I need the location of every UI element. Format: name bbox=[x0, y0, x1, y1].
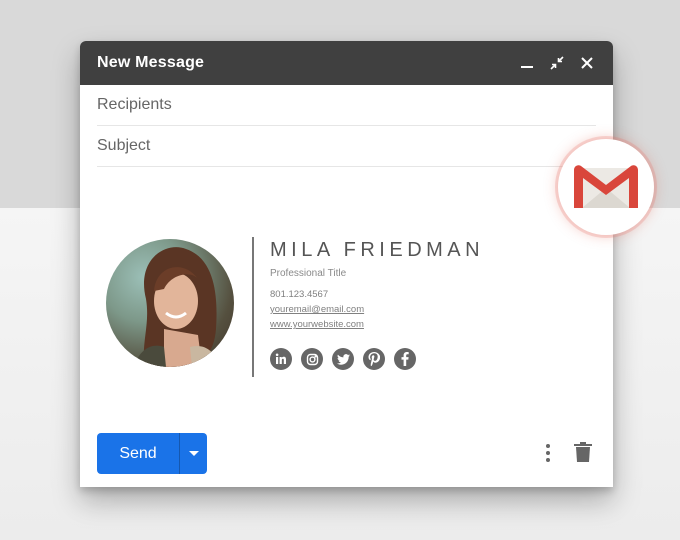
more-options-icon[interactable] bbox=[546, 444, 550, 467]
signature-phone: 801.123.4567 bbox=[270, 289, 329, 300]
signature-name: MILA FRIEDMAN bbox=[270, 239, 485, 261]
gmail-icon bbox=[574, 165, 638, 208]
email-signature: MILA FRIEDMAN Professional Title 801.123… bbox=[106, 237, 484, 377]
recipients-input[interactable] bbox=[97, 96, 596, 114]
pinterest-icon[interactable] bbox=[363, 348, 385, 370]
signature-divider bbox=[252, 237, 254, 377]
subject-input[interactable] bbox=[97, 137, 596, 155]
compose-titlebar: New Message bbox=[80, 41, 613, 85]
signature-website-link[interactable]: www.yourwebsite.com bbox=[270, 319, 484, 330]
caret-down-icon bbox=[188, 450, 199, 456]
avatar-photo bbox=[106, 239, 234, 367]
social-icons bbox=[270, 348, 484, 370]
linkedin-icon[interactable] bbox=[270, 348, 292, 370]
send-options-button[interactable] bbox=[179, 433, 207, 474]
recipients-field[interactable] bbox=[97, 85, 596, 126]
trash-icon[interactable] bbox=[574, 442, 592, 467]
signature-email-link[interactable]: youremail@email.com bbox=[270, 304, 484, 315]
close-icon[interactable] bbox=[578, 54, 596, 72]
facebook-icon[interactable] bbox=[394, 348, 416, 370]
send-button-group: Send bbox=[97, 433, 207, 474]
signature-title: Professional Title bbox=[270, 268, 347, 279]
minimize-icon[interactable] bbox=[518, 54, 536, 72]
send-button[interactable]: Send bbox=[97, 433, 179, 474]
exit-fullscreen-icon[interactable] bbox=[548, 54, 566, 72]
twitter-icon[interactable] bbox=[332, 348, 354, 370]
gmail-logo bbox=[558, 139, 654, 235]
compose-title: New Message bbox=[97, 54, 205, 71]
compose-window: New Message Recipients Subject MILA FRIE… bbox=[80, 41, 613, 487]
subject-field[interactable] bbox=[97, 126, 596, 167]
instagram-icon[interactable] bbox=[301, 348, 323, 370]
